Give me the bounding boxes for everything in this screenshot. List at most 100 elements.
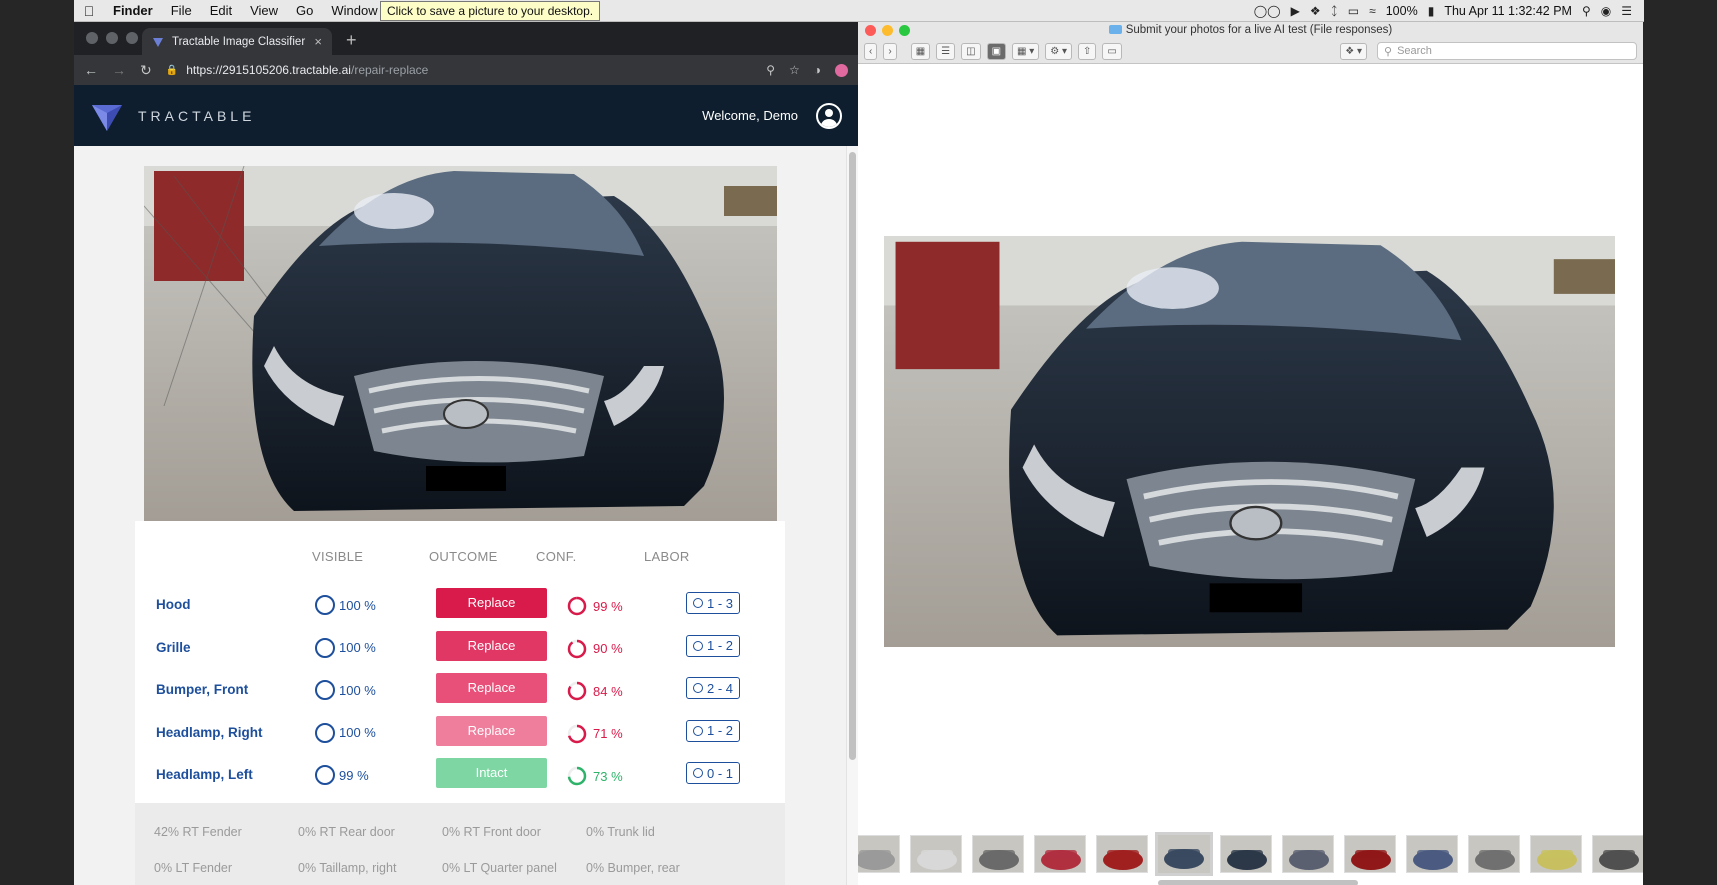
siri-icon[interactable]: ◉	[1601, 4, 1611, 18]
gallery-view-icon[interactable]: ▣	[986, 42, 1007, 60]
airplay-icon[interactable]: ▭	[1348, 4, 1359, 18]
outcome-badge[interactable]: Intact	[436, 758, 547, 788]
tractable-logo[interactable]: TRACTABLE	[90, 99, 255, 133]
menu-view[interactable]: View	[241, 3, 287, 18]
reload-icon[interactable]: ↻	[140, 62, 152, 79]
tag-icon[interactable]: ▭	[1102, 42, 1122, 60]
gallery-thumbnail[interactable]	[1344, 835, 1396, 873]
finder-minimize-button[interactable]	[882, 25, 893, 36]
labor-hours[interactable]: 1 - 2	[686, 634, 741, 657]
table-row: Headlamp, Right 100 % Replace 71 % 1 - 2	[135, 713, 785, 753]
new-tab-button[interactable]: +	[346, 30, 357, 51]
finder-search-field[interactable]: ⚲ Search	[1377, 42, 1637, 60]
apple-menu-icon[interactable]: 	[74, 3, 104, 19]
confidence-ring-icon	[567, 766, 587, 786]
thumbnail-strip	[858, 820, 1643, 885]
finder-search-placeholder: Search	[1397, 45, 1432, 57]
logo-text: TRACTABLE	[138, 107, 256, 124]
incognito-icon[interactable]: ◑	[814, 63, 821, 77]
play-icon[interactable]: ▶	[1291, 4, 1300, 18]
labor-hours[interactable]: 2 - 4	[686, 677, 741, 699]
menu-file[interactable]: File	[162, 3, 201, 18]
confidence-value: 71 %	[593, 726, 623, 741]
other-part: 0% Bumper, rear	[586, 861, 680, 875]
bookmark-star-icon[interactable]: ☆	[789, 63, 800, 77]
battery-icon[interactable]: ▮	[1428, 4, 1435, 18]
part-name[interactable]: Headlamp, Right	[156, 725, 263, 740]
notification-center-icon[interactable]: ☰	[1621, 4, 1632, 18]
part-name[interactable]: Hood	[156, 597, 191, 612]
gallery-thumbnail[interactable]	[1282, 835, 1334, 873]
extension-icon[interactable]	[835, 63, 848, 77]
close-tab-icon[interactable]: ×	[314, 34, 322, 49]
close-window-button[interactable]	[86, 32, 98, 44]
outcome-badge[interactable]: Replace	[436, 673, 547, 703]
clock[interactable]: Thu Apr 11 1:32:42 PM	[1444, 4, 1572, 18]
gallery-thumbnail[interactable]	[910, 835, 962, 873]
labor-hours[interactable]: 1 - 2	[686, 719, 741, 742]
gallery-thumbnail[interactable]	[972, 835, 1024, 873]
thumbnail-scrollbar[interactable]	[1158, 880, 1358, 885]
folder-icon	[1108, 25, 1122, 34]
zoom-icon[interactable]: ⚲	[766, 63, 775, 77]
other-parts: 42% RT Fender 0% RT Rear door 0% RT Fron…	[135, 803, 785, 885]
gallery-thumbnail[interactable]	[858, 835, 900, 873]
confidence-value: 99 %	[593, 598, 623, 614]
outcome-badge[interactable]: Replace	[436, 715, 547, 746]
url-field[interactable]: 🔒 https://2915105206.tractable.ai/repair…	[166, 63, 752, 77]
glasses-icon[interactable]: ◯◯	[1254, 4, 1281, 18]
confidence: 84 %	[566, 680, 623, 702]
bluetooth-icon[interactable]: ᛨ	[1331, 4, 1338, 18]
gallery-thumbnail[interactable]	[1530, 835, 1582, 873]
outcome-badge[interactable]: Replace	[436, 630, 547, 661]
gallery-thumbnail[interactable]	[1468, 835, 1520, 873]
user-avatar-icon[interactable]	[816, 102, 842, 129]
url-host: https://2915105206.tractable.ai	[186, 63, 351, 77]
finder-forward-icon[interactable]: ›	[883, 42, 897, 60]
page-scrollbar-thumb[interactable]	[849, 152, 856, 760]
dropbox-menu-icon[interactable]: ❖ ▾	[1340, 42, 1367, 60]
part-name[interactable]: Headlamp, Left	[156, 767, 253, 782]
table-row: Hood 100 % Replace 99 % 1 - 3	[135, 585, 785, 625]
address-bar: ← → ↻ 🔒 https://2915105206.tractable.ai/…	[74, 55, 858, 85]
finder-zoom-button[interactable]	[899, 25, 910, 36]
minimize-window-button[interactable]	[106, 32, 118, 44]
gallery-thumbnail[interactable]	[1034, 835, 1086, 873]
gallery-thumbnail[interactable]	[1096, 835, 1148, 873]
column-view-icon[interactable]: ◫	[961, 42, 981, 60]
dropbox-icon[interactable]: ❖	[1310, 4, 1321, 18]
menu-edit[interactable]: Edit	[201, 3, 241, 18]
icon-view-icon[interactable]: ▦	[910, 42, 931, 60]
menu-window[interactable]: Window	[322, 3, 386, 18]
labor-hours[interactable]: 0 - 1	[686, 762, 741, 784]
group-menu-icon[interactable]: ▦ ▾	[1012, 42, 1040, 60]
battery-percent: 100%	[1385, 3, 1418, 18]
labor-hours[interactable]: 1 - 3	[686, 592, 741, 614]
part-name[interactable]: Bumper, Front	[156, 682, 248, 697]
gallery-thumbnail[interactable]	[1592, 835, 1643, 873]
forward-icon[interactable]: →	[112, 62, 126, 78]
confidence-ring-icon	[567, 681, 587, 701]
part-name[interactable]: Grille	[156, 640, 191, 655]
action-gear-icon[interactable]: ⚙ ▾	[1045, 42, 1073, 60]
back-icon[interactable]: ←	[84, 62, 98, 78]
gallery-thumbnail[interactable]	[1155, 832, 1213, 876]
zoom-window-button[interactable]	[126, 32, 138, 44]
other-part: 42% RT Fender	[154, 825, 242, 839]
list-view-icon[interactable]: ☰	[936, 42, 956, 60]
share-icon[interactable]: ⇧	[1078, 42, 1097, 60]
wifi-icon[interactable]: ≈	[1369, 4, 1376, 18]
finder-back-icon[interactable]: ‹	[864, 42, 878, 60]
menu-finder[interactable]: Finder	[104, 3, 162, 18]
desktop:  Finder File Edit View Go Window He ◯◯ …	[0, 0, 1717, 885]
other-part: 0% Trunk lid	[586, 825, 655, 839]
menu-go[interactable]: Go	[287, 3, 322, 18]
visibility: 100 %	[315, 722, 376, 743]
visibility-value: 99 %	[339, 767, 369, 783]
gallery-thumbnail[interactable]	[1220, 835, 1272, 873]
spotlight-icon[interactable]: ⚲	[1582, 4, 1591, 18]
outcome-badge[interactable]: Replace	[436, 588, 547, 618]
browser-tab[interactable]: Tractable Image Classifier ×	[142, 28, 332, 55]
gallery-thumbnail[interactable]	[1406, 835, 1458, 873]
finder-close-button[interactable]	[865, 25, 876, 36]
